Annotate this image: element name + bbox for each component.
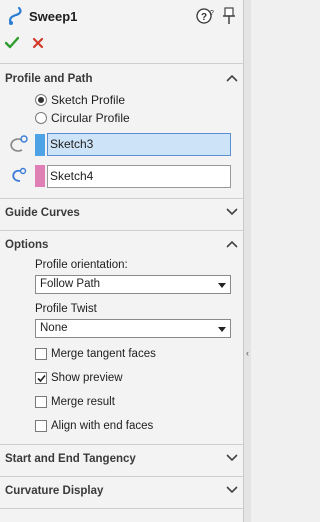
section-title-profile-and-path[interactable]: Profile and Path bbox=[5, 73, 93, 85]
sweep-feature-icon bbox=[8, 6, 22, 25]
checkbox[interactable] bbox=[35, 372, 47, 384]
checkbox-label: Merge result bbox=[51, 396, 115, 408]
red-x-icon[interactable] bbox=[32, 37, 44, 49]
panel-header: Sweep1 ? ? bbox=[0, 0, 244, 60]
profile-color-swatch bbox=[35, 134, 45, 156]
radio-label: Sketch Profile bbox=[51, 93, 126, 107]
separator bbox=[0, 230, 244, 231]
checkbox-label: Align with end faces bbox=[51, 420, 154, 432]
checkbox[interactable] bbox=[35, 348, 47, 360]
checkbox-align-with-end-faces[interactable]: Align with end faces bbox=[35, 418, 153, 434]
path-selection-icon bbox=[12, 167, 27, 182]
section-title-start-end-tangency[interactable]: Start and End Tangency bbox=[5, 453, 136, 465]
svg-text:?: ? bbox=[210, 10, 214, 17]
profile-twist-label: Profile Twist bbox=[35, 303, 97, 315]
select-value: Follow Path bbox=[40, 278, 101, 290]
green-check-icon[interactable] bbox=[5, 36, 19, 50]
section-title-curvature-display[interactable]: Curvature Display bbox=[5, 485, 103, 497]
profile-selection-field[interactable]: Sketch3 bbox=[47, 133, 231, 156]
dropdown-arrow-icon bbox=[218, 327, 226, 332]
separator bbox=[0, 198, 244, 199]
section-title-options[interactable]: Options bbox=[5, 239, 48, 251]
help-icon[interactable]: ? ? bbox=[196, 7, 216, 25]
profile-twist-select[interactable]: None bbox=[35, 319, 231, 338]
chevron-up-icon[interactable] bbox=[226, 74, 238, 82]
checkbox[interactable] bbox=[35, 420, 47, 432]
chevron-up-icon[interactable] bbox=[226, 240, 238, 248]
radio-circular-profile[interactable]: Circular Profile bbox=[35, 110, 130, 126]
chevron-down-icon[interactable] bbox=[226, 454, 238, 462]
checkbox-merge-result[interactable]: Merge result bbox=[35, 394, 115, 410]
radio-sketch-profile[interactable]: Sketch Profile bbox=[35, 92, 125, 108]
path-color-swatch bbox=[35, 165, 45, 187]
feature-title: Sweep1 bbox=[29, 9, 78, 24]
radio-button[interactable] bbox=[35, 94, 47, 106]
profile-orientation-select[interactable]: Follow Path bbox=[35, 275, 231, 294]
radio-button[interactable] bbox=[35, 112, 47, 124]
checkbox-label: Show preview bbox=[51, 372, 123, 384]
chevron-down-icon[interactable] bbox=[226, 208, 238, 216]
pushpin-icon[interactable] bbox=[221, 7, 237, 25]
profile-selection-icon bbox=[10, 135, 28, 152]
property-manager-panel: Sweep1 ? ? Profile and Path Sketch Profi… bbox=[0, 0, 244, 522]
select-value: None bbox=[40, 322, 68, 334]
checkmark-icon bbox=[37, 374, 46, 383]
path-selection-field[interactable]: Sketch4 bbox=[47, 165, 231, 188]
dropdown-arrow-icon bbox=[218, 283, 226, 288]
separator bbox=[0, 508, 244, 509]
chevron-down-icon[interactable] bbox=[226, 486, 238, 494]
checkbox-label: Merge tangent faces bbox=[51, 348, 156, 360]
profile-orientation-label: Profile orientation: bbox=[35, 259, 128, 271]
radio-label: Circular Profile bbox=[51, 111, 130, 125]
collapse-arrow-icon[interactable]: ‹ bbox=[246, 348, 249, 358]
separator bbox=[0, 444, 244, 445]
checkbox[interactable] bbox=[35, 396, 47, 408]
section-title-guide-curves[interactable]: Guide Curves bbox=[5, 207, 80, 219]
separator bbox=[0, 476, 244, 477]
svg-text:?: ? bbox=[201, 12, 207, 23]
separator bbox=[0, 63, 244, 64]
checkbox-show-preview[interactable]: Show preview bbox=[35, 370, 123, 386]
panel-splitter[interactable] bbox=[244, 0, 251, 522]
checkbox-merge-tangent-faces[interactable]: Merge tangent faces bbox=[35, 346, 156, 362]
